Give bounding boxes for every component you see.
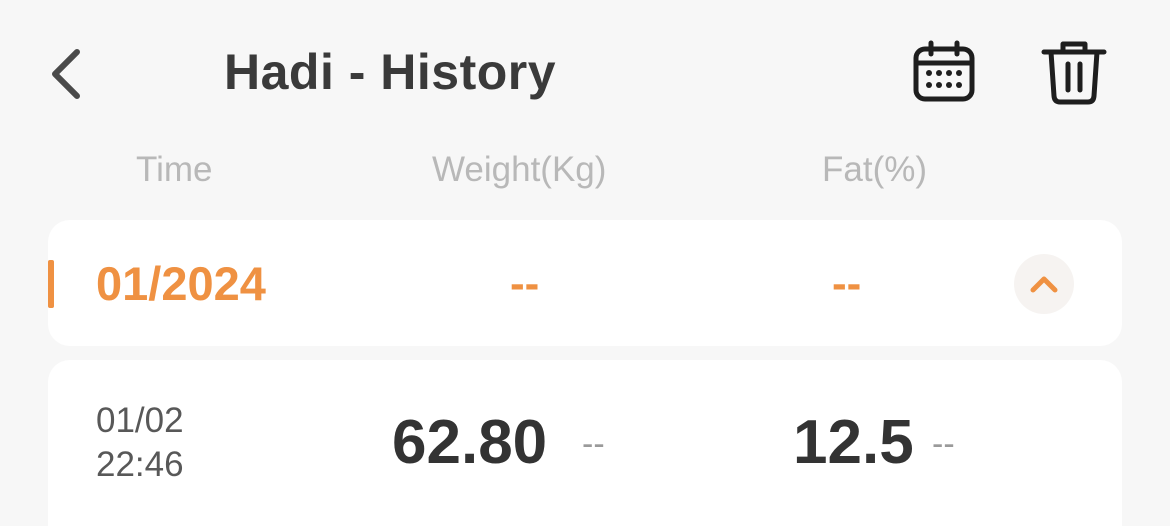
column-header-fat: Fat(%) [822, 150, 927, 189]
month-weight-value: -- [510, 259, 540, 308]
record-weight: 62.80 [392, 408, 548, 477]
collapse-button[interactable] [1014, 254, 1074, 314]
record-fat-change: -- [932, 425, 955, 463]
month-group-row[interactable]: 01/2024 -- -- [48, 220, 1122, 346]
month-accent-bar [48, 260, 54, 308]
header: Hadi - History [0, 0, 1170, 140]
column-header-time: Time [136, 150, 213, 189]
record-weight-change: -- [582, 425, 605, 463]
calendar-button[interactable] [908, 36, 980, 108]
month-label: 01/2024 [96, 257, 266, 310]
record-fat: 12.5 [793, 408, 914, 477]
record-time: 22:46 [96, 445, 184, 484]
chevron-up-icon [1030, 276, 1058, 293]
month-fat-value: -- [832, 259, 862, 308]
delete-button[interactable] [1036, 34, 1112, 110]
record-row[interactable]: 01/02 22:46 62.80 -- 12.5 -- [48, 360, 1122, 526]
calendar-icon [913, 40, 975, 102]
page-title: Hadi - History [224, 44, 557, 100]
history-screen: Hadi - History Time Weight(Kg) Fat(%) 01… [0, 0, 1170, 526]
back-button[interactable] [40, 44, 90, 104]
trash-icon [1041, 41, 1107, 105]
record-date: 01/02 [96, 401, 184, 440]
chevron-left-icon [52, 49, 80, 99]
column-header-weight: Weight(Kg) [432, 150, 607, 189]
